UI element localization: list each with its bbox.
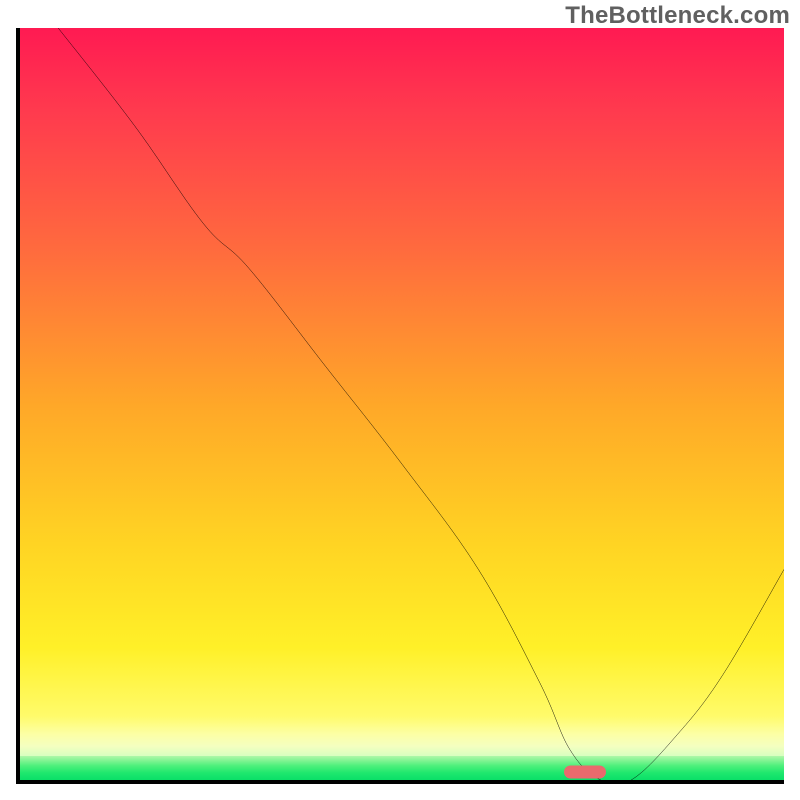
optimum-marker [564,766,606,779]
watermark-text: TheBottleneck.com [565,2,790,30]
bottleneck-curve [20,28,784,780]
plot-area [16,28,784,784]
chart-container: TheBottleneck.com [0,0,800,800]
